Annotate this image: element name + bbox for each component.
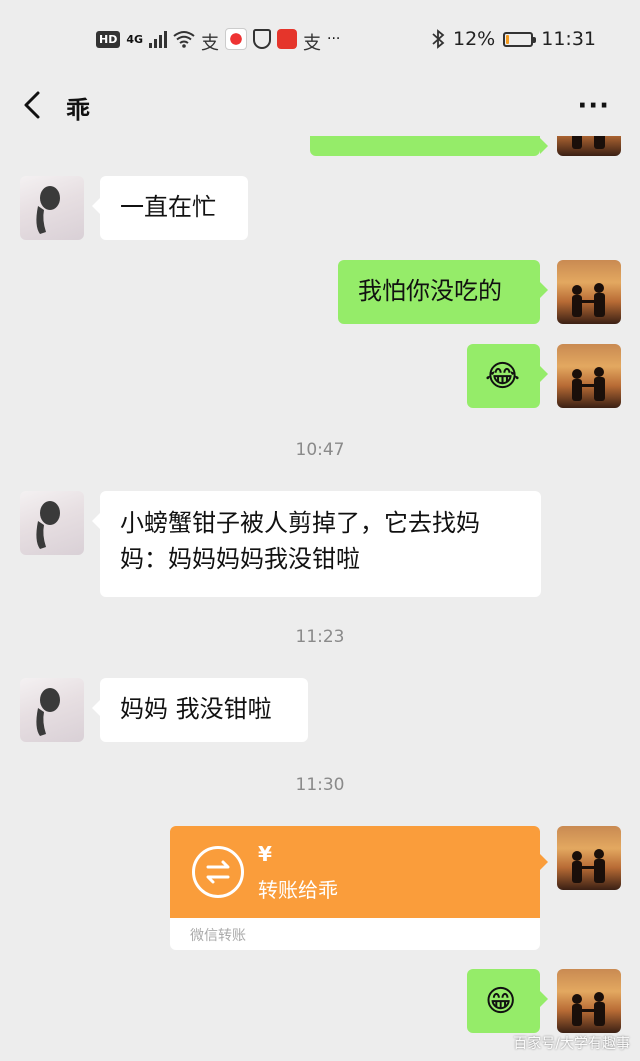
status-icons-right: 12% 11:31 [431, 28, 596, 50]
grinning-emoji: 😁 [485, 984, 517, 1019]
transfer-card-footer: 微信转账 [170, 918, 540, 950]
more-options-icon[interactable]: ··· [577, 91, 610, 121]
transfer-amount: ¥ [258, 842, 272, 866]
message-bubble-outgoing[interactable]: 我怕你没吃的 [338, 260, 548, 324]
message-timestamp: 11:23 [295, 627, 345, 647]
transfer-recipient: 转账给乖 [258, 878, 338, 902]
alipay-icon: 支 [201, 33, 220, 54]
network-type: 4G [126, 32, 144, 46]
bluetooth-icon [432, 29, 445, 49]
message-bubble-outgoing[interactable] [310, 136, 548, 156]
chat-title: 乖 [66, 96, 90, 124]
my-avatar[interactable] [557, 969, 621, 1033]
chat-header: 乖 ··· [0, 78, 640, 136]
clock: 11:31 [541, 28, 596, 50]
my-avatar[interactable] [557, 260, 621, 324]
signal-icon [149, 30, 168, 48]
wifi-icon [173, 31, 195, 48]
contact-avatar[interactable] [20, 678, 84, 742]
watermark: 百家号/大学有趣事 [513, 1036, 630, 1052]
message-timestamp: 11:30 [295, 775, 345, 795]
battery-percent: 12% [453, 28, 496, 50]
app-icon-red [225, 28, 248, 50]
money-transfer-card[interactable]: ¥ 转账给乖 微信转账 [170, 826, 548, 950]
contact-avatar[interactable] [20, 176, 84, 240]
message-timestamp: 10:47 [295, 440, 345, 460]
shopping-app-icon [277, 29, 298, 49]
transfer-card-body: ¥ 转账给乖 [170, 826, 540, 918]
back-arrow-icon[interactable] [18, 90, 48, 120]
emoji-bubble-outgoing[interactable]: 😂 [467, 344, 548, 408]
my-avatar[interactable] [557, 344, 621, 408]
transfer-icon [192, 846, 244, 898]
battery-icon [503, 31, 537, 47]
message-bubble-incoming[interactable]: 妈妈 我没钳啦 [92, 678, 308, 742]
hd-badge: HD [96, 30, 121, 48]
alipay-icon-2: 支 [303, 33, 322, 54]
more-notifications: ··· [327, 31, 341, 47]
message-list[interactable]: 一直在忙 我怕你没吃的 😂 10:47 小螃蟹钳子被人剪掉了，它去找妈妈：妈妈妈… [0, 136, 640, 1061]
my-avatar[interactable] [557, 826, 621, 890]
emoji-bubble-outgoing[interactable]: 😁 [467, 969, 548, 1033]
transfer-caption: 微信转账 [190, 928, 246, 944]
laughing-tears-emoji: 😂 [485, 359, 521, 394]
status-icons-left: HD 4G 支 支 ··· [96, 28, 341, 54]
my-avatar[interactable] [557, 136, 621, 156]
shield-app-icon [253, 29, 272, 49]
status-bar: HD 4G 支 支 ··· 12% 11:31 [0, 0, 640, 78]
message-bubble-incoming[interactable]: 小螃蟹钳子被人剪掉了，它去找妈妈：妈妈妈妈我没钳啦 [92, 491, 541, 597]
contact-avatar[interactable] [20, 491, 84, 555]
message-bubble-incoming[interactable]: 一直在忙 [92, 176, 248, 240]
